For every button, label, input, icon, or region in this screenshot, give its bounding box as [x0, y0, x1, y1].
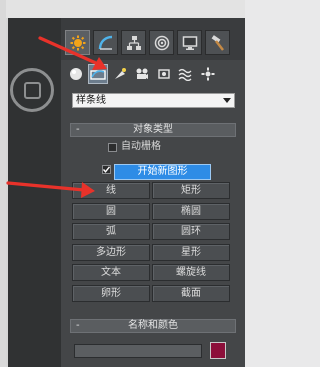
annotation-arrow-shapes	[38, 36, 107, 70]
annotation-arrows	[6, 36, 107, 198]
screenshot-frame: 样条线 - 对象类型 自动栅格 开始新图形 - 名称和颜色 线矩形圆椭圆弧圆环多…	[0, 0, 245, 367]
annotation-arrow-line	[6, 181, 95, 198]
